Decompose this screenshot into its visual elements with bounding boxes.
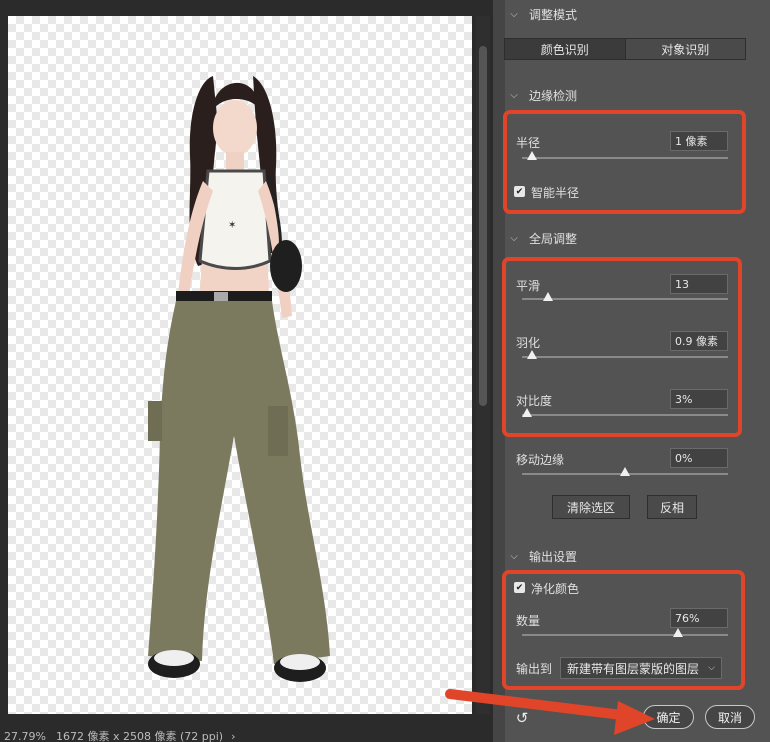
section-global-adjust[interactable]: ⌵ 全局调整 <box>505 228 577 248</box>
status-bar: 27.79% 1672 像素 x 2508 像素 (72 ppi) › <box>0 730 493 742</box>
cancel-button[interactable]: 取消 <box>705 705 755 729</box>
chevron-down-icon: ⌵ <box>510 550 518 562</box>
svg-text:✶: ✶ <box>228 220 236 231</box>
mode-segmented-control: 颜色识别 对象识别 <box>504 38 746 60</box>
tab-color-recognition[interactable]: 颜色识别 <box>505 39 625 59</box>
zoom-level[interactable]: 27.79% <box>0 730 48 742</box>
section-title: 边缘检测 <box>529 88 578 103</box>
shift-edge-slider[interactable] <box>522 467 728 476</box>
subject-image: ✶ <box>148 76 330 682</box>
section-edge-detection[interactable]: ⌵ 边缘检测 <box>505 85 577 105</box>
scroll-thumb[interactable] <box>479 46 487 406</box>
document-info: 1672 像素 x 2508 像素 (72 ppi) <box>56 730 224 742</box>
status-chevron-icon[interactable]: › <box>223 730 235 742</box>
tab-object-recognition[interactable]: 对象识别 <box>624 39 745 59</box>
chevron-down-icon: ⌵ <box>510 8 518 20</box>
clear-selection-button[interactable]: 清除选区 <box>552 495 630 519</box>
slider-handle[interactable] <box>620 467 630 476</box>
vertical-scrollbar[interactable] <box>476 16 490 714</box>
reset-icon[interactable]: ↺ <box>512 708 532 728</box>
section-title: 输出设置 <box>529 549 578 564</box>
section-output-settings[interactable]: ⌵ 输出设置 <box>505 546 577 566</box>
chevron-down-icon: ⌵ <box>510 232 518 244</box>
section-adjust-mode[interactable]: ⌵ 调整模式 <box>505 4 577 24</box>
highlight-box-output <box>502 570 745 690</box>
section-title: 调整模式 <box>529 7 578 22</box>
invert-button[interactable]: 反相 <box>647 495 697 519</box>
section-title: 全局调整 <box>529 231 578 246</box>
image-canvas[interactable]: ✶ <box>8 16 472 714</box>
chevron-down-icon: ⌵ <box>510 89 518 101</box>
ok-button[interactable]: 确定 <box>643 705 694 729</box>
highlight-box-edge <box>503 110 746 214</box>
highlight-box-global <box>502 257 742 437</box>
shift-edge-label: 移动边缘 <box>516 453 565 467</box>
canvas-area[interactable]: ✶ <box>0 0 493 730</box>
shift-edge-input[interactable]: 0% <box>670 448 728 468</box>
